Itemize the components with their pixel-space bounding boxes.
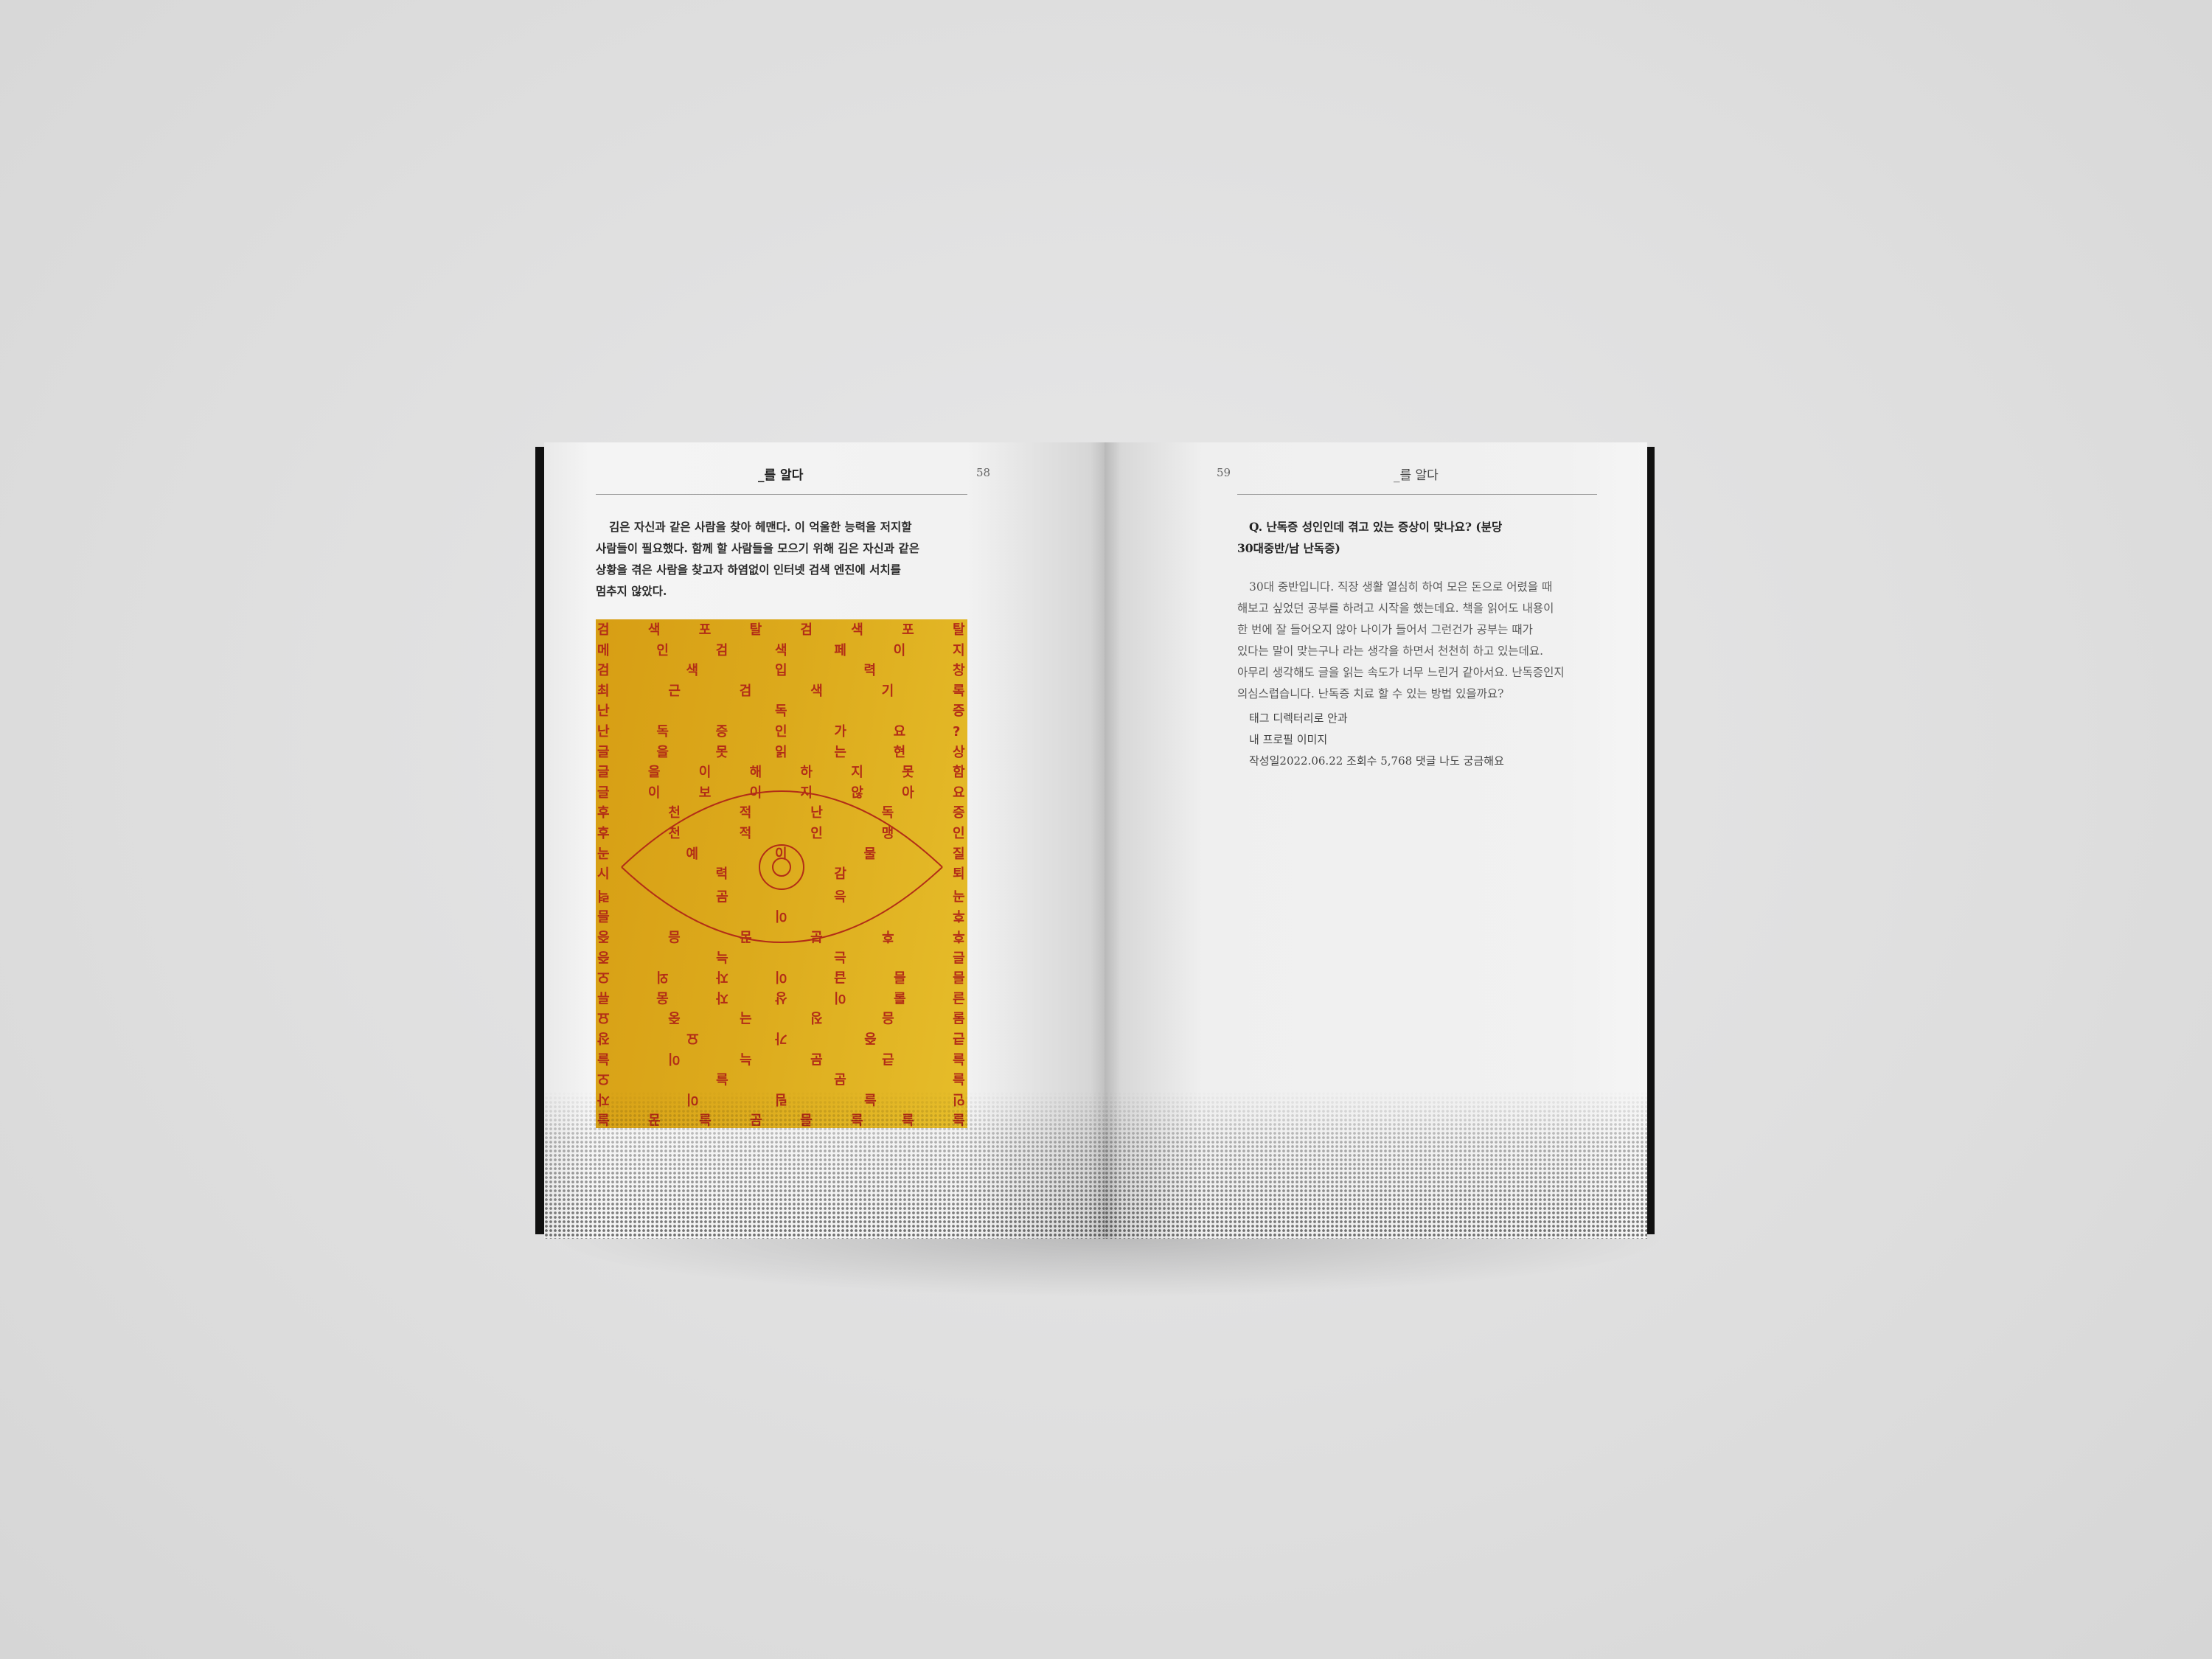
answer-line: 해보고 싶었던 공부를 하려고 시작을 했는데요. 책을 읽어도 내용이 [1237, 602, 1554, 615]
post-meta: 태그 디렉터리로 안과 내 프로필 이미지 작성일2022.06.22 조회수 … [1249, 708, 1504, 772]
question-line: Q. 난독증 성인인데 겪고 있는 증상이 맞나요? (분당 [1249, 520, 1503, 534]
answer-line: 아무리 생각해도 글을 읽는 속도가 너무 느린거 같아서요. 난독증인지 [1237, 666, 1565, 679]
answer-line: 의심스럽습니다. 난독증 치료 할 수 있는 방법 있을까요? [1237, 687, 1504, 700]
answer-line: 한 번에 잘 들어오지 않아 나이가 들어서 그런건가 공부는 때가 [1237, 623, 1533, 636]
answer-line: 있다는 말이 맞는구나 라는 생각을 하면서 천천히 하고 있는데요. [1237, 644, 1544, 658]
running-head: _를 알다 [758, 468, 804, 483]
paragraph-line: 사람들이 필요했다. 함께 할 사람들을 모으기 위해 김은 자신과 같은 [596, 541, 919, 555]
halftone-shadow [1105, 1091, 1647, 1239]
running-head: _를 알다 [1394, 468, 1439, 483]
paragraph-line: 상황을 겪은 사람을 찾고자 하염없이 인터넷 검색 엔진에 서치를 [596, 563, 901, 577]
eye-illustration [621, 790, 943, 943]
meta-stats: 작성일2022.06.22 조회수 5,768 댓글 나도 궁금해요 [1249, 754, 1504, 768]
meta-profile: 내 프로필 이미지 [1249, 733, 1328, 746]
illustration-poster: 검 색 포 탈 검 색 포 탈 메 인 검 색 페 이 지 검 색 입 력 창 최 근 검 색 기 록 난 독 증 난 독 증 인 가 요? 글 을 못 읽… [596, 619, 967, 1128]
body-paragraph: 김은 자신과 같은 사람을 찾아 헤맨다. 이 억울한 능력을 저지할 사람들이… [596, 516, 979, 602]
answer-line: 30대 중반입니다. 직장 생활 열심히 하여 모은 돈으로 어렸을 때 [1249, 580, 1553, 594]
eye-lower-lid [621, 866, 943, 943]
right-page: 59 _를 알다 Q. 난독증 성인인데 겪고 있는 증상이 맞나요? (분당 … [1105, 442, 1647, 1239]
paragraph-line: 멈추지 않았다. [596, 584, 667, 598]
page-number: 58 [976, 466, 991, 479]
question-line: 30대중반/남 난독증) [1237, 541, 1340, 555]
eye-pupil [772, 858, 791, 877]
paragraph-line: 김은 자신과 같은 사람을 찾아 헤맨다. 이 억울한 능력을 저지할 [609, 520, 912, 534]
halftone-shadow [544, 1091, 1107, 1239]
answer-paragraph: 30대 중반입니다. 직장 생활 열심히 하여 모은 돈으로 어렸을 때 해보고… [1237, 577, 1621, 705]
meta-tag: 태그 디렉터리로 안과 [1249, 712, 1348, 725]
eye-iris [759, 844, 804, 890]
left-page: _를 알다 58 김은 자신과 같은 사람을 찾아 헤맨다. 이 억울한 능력을… [544, 442, 1107, 1239]
page-number: 59 [1217, 466, 1231, 479]
question-block: Q. 난독증 성인인데 겪고 있는 증상이 맞나요? (분당 30대중반/남 난… [1237, 516, 1606, 559]
header-rule [1237, 494, 1597, 495]
header-rule [596, 494, 967, 495]
eye-upper-lid [621, 790, 943, 868]
